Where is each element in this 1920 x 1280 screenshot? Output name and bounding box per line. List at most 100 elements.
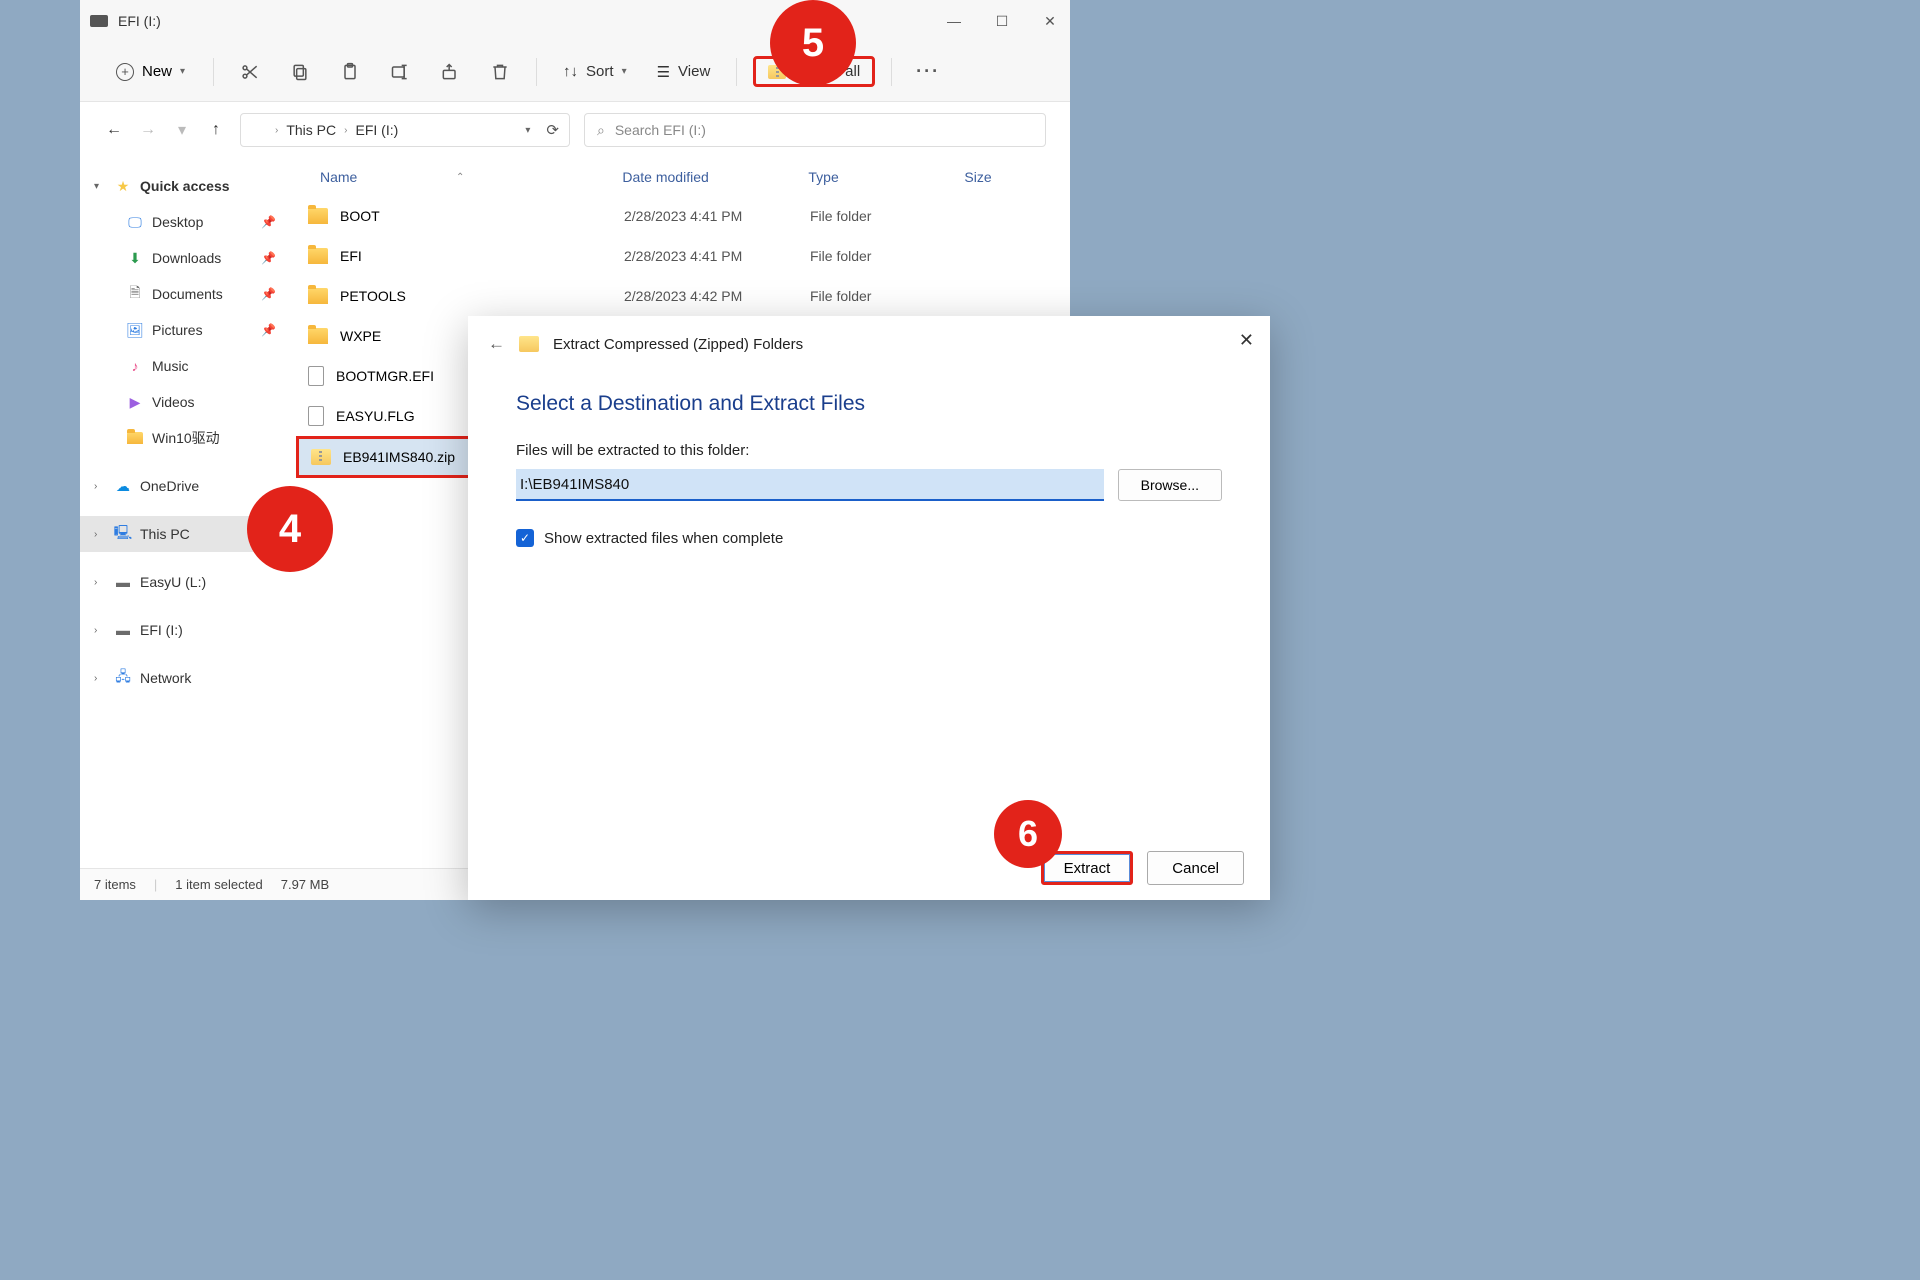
- network-icon: 🖧: [114, 666, 132, 690]
- close-button[interactable]: ✕: [1040, 13, 1060, 30]
- chevron-down-icon: ▾: [622, 66, 627, 77]
- view-button[interactable]: ☰ View: [647, 57, 721, 87]
- refresh-button[interactable]: ⟳: [546, 121, 559, 139]
- sidebar-item-music[interactable]: ♪Music: [80, 348, 286, 384]
- title-bar: EFI (I:) — ☐ ✕: [80, 0, 1070, 42]
- new-button[interactable]: + New ▾: [104, 57, 197, 87]
- picture-icon: 🖼: [126, 322, 144, 339]
- download-icon: ⬇: [126, 250, 144, 267]
- folder-icon: [308, 208, 328, 224]
- table-row[interactable]: PETOOLS 2/28/2023 4:42 PM File folder: [296, 276, 1060, 316]
- toolbar: + New ▾ ↑↓ Sort ▾ ☰ View: [80, 42, 1070, 102]
- more-button[interactable]: ···: [908, 52, 948, 92]
- zip-icon: [519, 336, 539, 352]
- cut-button[interactable]: [230, 52, 270, 92]
- drive-icon: [90, 15, 108, 27]
- sidebar-network[interactable]: ›🖧Network: [80, 660, 286, 696]
- column-headers[interactable]: Name ⌃ Date modified Type Size: [296, 158, 1060, 196]
- sidebar-onedrive[interactable]: ›☁OneDrive: [80, 468, 286, 504]
- forward-button[interactable]: →: [138, 121, 158, 139]
- paste-button[interactable]: [330, 52, 370, 92]
- document-icon: 🗎: [126, 282, 144, 306]
- dialog-close-button[interactable]: ✕: [1239, 330, 1254, 351]
- browse-button[interactable]: Browse...: [1118, 469, 1222, 501]
- sidebar-item-label: Music: [152, 358, 189, 374]
- table-row[interactable]: BOOT 2/28/2023 4:41 PM File folder: [296, 196, 1060, 236]
- cloud-icon: ☁: [114, 478, 132, 495]
- maximize-button[interactable]: ☐: [992, 13, 1012, 30]
- chevron-down-icon[interactable]: ▾: [525, 125, 530, 136]
- chevron-right-icon: ›: [94, 673, 106, 684]
- scissors-icon: [240, 62, 260, 82]
- drive-icon: ▬: [114, 574, 132, 590]
- sidebar-quick-access[interactable]: ▾ ★ Quick access: [80, 168, 286, 204]
- sidebar-item-downloads[interactable]: ⬇Downloads📌: [80, 240, 286, 276]
- sidebar-item-label: Win10驱动: [152, 428, 220, 448]
- address-bar[interactable]: › This PC › EFI (I:) ▾ ⟳: [240, 113, 570, 147]
- dest-label: Files will be extracted to this folder:: [516, 442, 1222, 459]
- callout-4: 4: [247, 486, 333, 572]
- sidebar-item-documents[interactable]: 🗎Documents📌: [80, 276, 286, 312]
- file-name: EASYU.FLG: [336, 408, 415, 424]
- divider: [536, 58, 537, 86]
- new-label: New: [142, 63, 172, 80]
- plus-icon: +: [116, 63, 134, 81]
- file-type: File folder: [802, 248, 958, 264]
- search-input[interactable]: ⌕ Search EFI (I:): [584, 113, 1046, 147]
- delete-button[interactable]: [480, 52, 520, 92]
- window-title: EFI (I:): [118, 13, 161, 29]
- pin-icon: 📌: [261, 215, 276, 229]
- breadcrumb-this-pc[interactable]: This PC: [286, 122, 336, 138]
- pc-icon: 🖳: [114, 522, 132, 546]
- trash-icon: [490, 62, 510, 82]
- col-size[interactable]: Size: [956, 169, 1036, 185]
- copy-button[interactable]: [280, 52, 320, 92]
- show-extracted-checkbox[interactable]: ✓ Show extracted files when complete: [516, 529, 1222, 547]
- view-label: View: [678, 63, 710, 80]
- divider: [736, 58, 737, 86]
- sidebar-item-videos[interactable]: ▶Videos: [80, 384, 286, 420]
- chevron-right-icon: ›: [94, 625, 106, 636]
- dialog-title: Extract Compressed (Zipped) Folders: [553, 336, 803, 353]
- up-button[interactable]: ↑: [206, 121, 226, 139]
- sort-button[interactable]: ↑↓ Sort ▾: [553, 57, 637, 86]
- share-button[interactable]: [430, 52, 470, 92]
- sidebar-easyu[interactable]: ›▬EasyU (L:): [80, 564, 286, 600]
- video-icon: ▶: [126, 394, 144, 411]
- extract-dialog: ✕ ← Extract Compressed (Zipped) Folders …: [468, 316, 1270, 900]
- sidebar-item-pictures[interactable]: 🖼Pictures📌: [80, 312, 286, 348]
- sort-indicator-icon: ⌃: [456, 172, 464, 183]
- rename-icon: [390, 62, 410, 82]
- status-selected: 1 item selected: [175, 877, 262, 892]
- destination-input[interactable]: [516, 469, 1104, 501]
- table-row[interactable]: EFI 2/28/2023 4:41 PM File folder: [296, 236, 1060, 276]
- col-type[interactable]: Type: [800, 169, 956, 185]
- cancel-button[interactable]: Cancel: [1147, 851, 1244, 885]
- callout-6: 6: [994, 800, 1062, 868]
- nav-bar: ← → ▾ ↑ › This PC › EFI (I:) ▾ ⟳ ⌕ Searc…: [80, 102, 1070, 158]
- extract-button[interactable]: Extract: [1041, 851, 1134, 885]
- rename-button[interactable]: [380, 52, 420, 92]
- file-name: PETOOLS: [340, 288, 406, 304]
- recent-button[interactable]: ▾: [172, 120, 192, 140]
- back-button[interactable]: ←: [488, 334, 505, 354]
- file-icon: [308, 366, 324, 386]
- breadcrumb-efi[interactable]: EFI (I:): [355, 122, 398, 138]
- sidebar-item-desktop[interactable]: 🖵Desktop📌: [80, 204, 286, 240]
- folder-icon: [308, 288, 328, 304]
- chevron-down-icon: ▾: [94, 181, 106, 192]
- sidebar-item-label: This PC: [140, 526, 190, 542]
- copy-icon: [290, 62, 310, 82]
- status-items: 7 items: [94, 877, 136, 892]
- sidebar-item-win10[interactable]: Win10驱动: [80, 420, 286, 456]
- file-name: BOOT: [340, 208, 380, 224]
- back-button[interactable]: ←: [104, 121, 124, 139]
- col-date[interactable]: Date modified: [614, 169, 800, 185]
- file-type: File folder: [802, 288, 958, 304]
- view-icon: ☰: [657, 63, 670, 81]
- minimize-button[interactable]: —: [944, 13, 964, 30]
- desktop-icon: 🖵: [126, 214, 144, 231]
- pin-icon: 📌: [261, 251, 276, 265]
- sidebar-efi[interactable]: ›▬EFI (I:): [80, 612, 286, 648]
- file-icon: [308, 406, 324, 426]
